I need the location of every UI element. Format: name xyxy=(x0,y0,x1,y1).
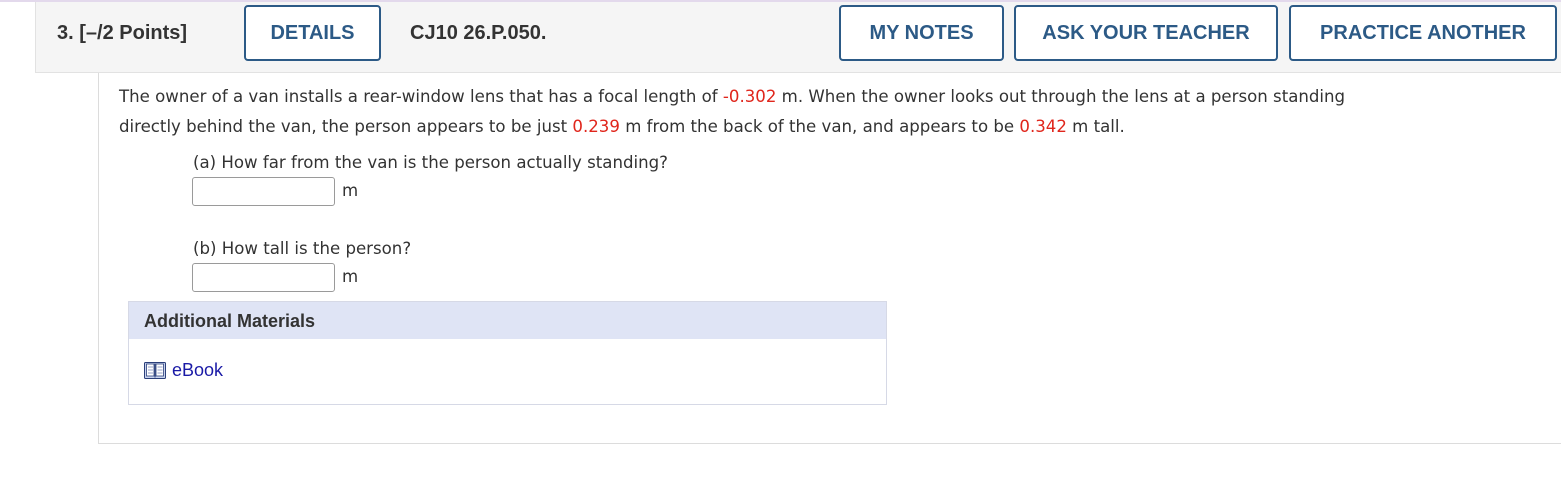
part-b-unit: m xyxy=(342,267,359,286)
problem-text: m tall. xyxy=(1066,117,1125,136)
details-button[interactable]: DETAILS xyxy=(244,5,381,61)
image-height-value: 0.342 xyxy=(1019,117,1067,136)
problem-text-line-2: directly behind the van, the person appe… xyxy=(119,117,1125,136)
ask-your-teacher-button[interactable]: ASK YOUR TEACHER xyxy=(1014,5,1278,61)
problem-text: m. When the owner looks out through the … xyxy=(776,87,1346,106)
my-notes-button[interactable]: MY NOTES xyxy=(839,5,1004,61)
part-a-unit: m xyxy=(342,181,359,200)
part-a-question: (a) How far from the van is the person a… xyxy=(193,153,668,172)
question-points-label: 3. [–/2 Points] xyxy=(57,22,188,44)
additional-materials-header: Additional Materials xyxy=(129,302,886,339)
focal-length-value: -0.302 xyxy=(722,87,777,106)
problem-text: The owner of a van installs a rear-windo… xyxy=(119,87,723,106)
problem-text-line-1: The owner of a van installs a rear-windo… xyxy=(119,87,1345,106)
problem-text: m from the back of the van, and appears … xyxy=(619,117,1020,136)
question-code: CJ10 26.P.050. xyxy=(410,22,547,44)
book-icon xyxy=(144,362,166,379)
part-b-answer-input[interactable] xyxy=(192,263,335,292)
part-b-question: (b) How tall is the person? xyxy=(193,239,412,258)
image-distance-value: 0.239 xyxy=(572,117,620,136)
practice-another-button[interactable]: PRACTICE ANOTHER xyxy=(1289,5,1557,61)
problem-text: directly behind the van, the person appe… xyxy=(119,117,573,136)
ebook-link[interactable]: eBook xyxy=(144,360,223,381)
additional-materials-panel: Additional Materials eBook xyxy=(128,301,887,405)
ebook-label: eBook xyxy=(172,360,224,380)
additional-materials-title: Additional Materials xyxy=(144,311,316,331)
part-a-answer-input[interactable] xyxy=(192,177,335,206)
